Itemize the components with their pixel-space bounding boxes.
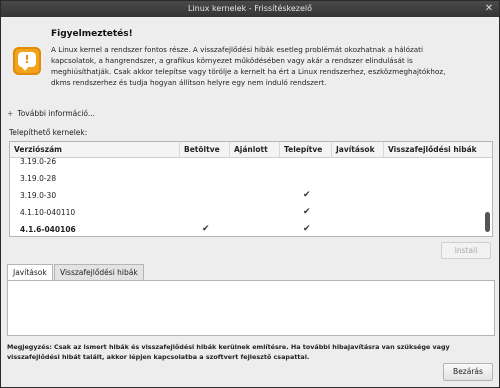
kernel-row[interactable]: 4.1.6-040106 ✔ ✔ xyxy=(10,221,492,236)
installed-check-icon: ✔ xyxy=(303,224,311,234)
installed-check-icon: ✔ xyxy=(303,207,311,217)
kernel-window: Linux kernelek - Frissítéskezelő ✕ ! Fig… xyxy=(0,0,500,388)
scrollbar-thumb[interactable] xyxy=(485,212,490,232)
kernel-row[interactable]: 3.19.0-28 xyxy=(10,170,492,187)
tab-regressions[interactable]: Visszafejlődési hibák xyxy=(54,264,144,281)
kernel-row[interactable]: 3.19.0-30 ✔ xyxy=(10,187,492,204)
footer-note: Megjegyzés: Csak az ismert hibák és viss… xyxy=(7,342,497,362)
tab-fixes[interactable]: Javítások xyxy=(7,264,53,281)
kernel-list-label: Telepíthető kernelek: xyxy=(9,128,88,137)
title-bar: Linux kernelek - Frissítéskezelő ✕ xyxy=(1,1,499,17)
kernel-row[interactable]: 3.19.0-26 xyxy=(10,153,492,170)
more-info-expander[interactable]: + További információ... xyxy=(7,109,95,118)
window-close-icon[interactable]: ✕ xyxy=(483,3,495,15)
more-info-label: További információ... xyxy=(17,109,96,118)
kernel-version: 3.19.0-28 xyxy=(20,174,57,183)
kernel-row[interactable]: 4.1.10-040110 ✔ xyxy=(10,204,492,221)
details-tabs: Javítások Visszafejlődési hibák xyxy=(7,264,495,281)
expander-plus-icon: + xyxy=(7,109,14,118)
warning-chat-icon: ! xyxy=(13,47,41,75)
kernel-version: 4.1.10-040110 xyxy=(20,208,76,217)
kernel-version: 3.19.0-30 xyxy=(20,191,57,200)
installed-check-icon: ✔ xyxy=(303,190,311,200)
warning-title: Figyelmeztetés! xyxy=(51,29,133,39)
close-button[interactable]: Bezárás xyxy=(443,363,493,381)
kernel-list-scrollbar[interactable] xyxy=(485,160,490,234)
kernel-version: 3.19.0-26 xyxy=(20,157,57,166)
loaded-check-icon: ✔ xyxy=(202,224,210,234)
warning-text: A Linux kernel a rendszer fontos része. … xyxy=(51,45,446,87)
note-text: Csak az ismert hibák és visszafejlődési … xyxy=(7,343,450,361)
kernel-version: 4.1.6-040106 xyxy=(20,225,76,234)
kernel-list[interactable]: Verziószám Betöltve Ajánlott Telepítve J… xyxy=(9,141,493,237)
tab-panel xyxy=(7,280,495,336)
install-button[interactable]: Install xyxy=(441,242,491,259)
note-label: Megjegyzés: xyxy=(7,343,52,351)
window-title: Linux kernelek - Frissítéskezelő xyxy=(187,4,313,13)
